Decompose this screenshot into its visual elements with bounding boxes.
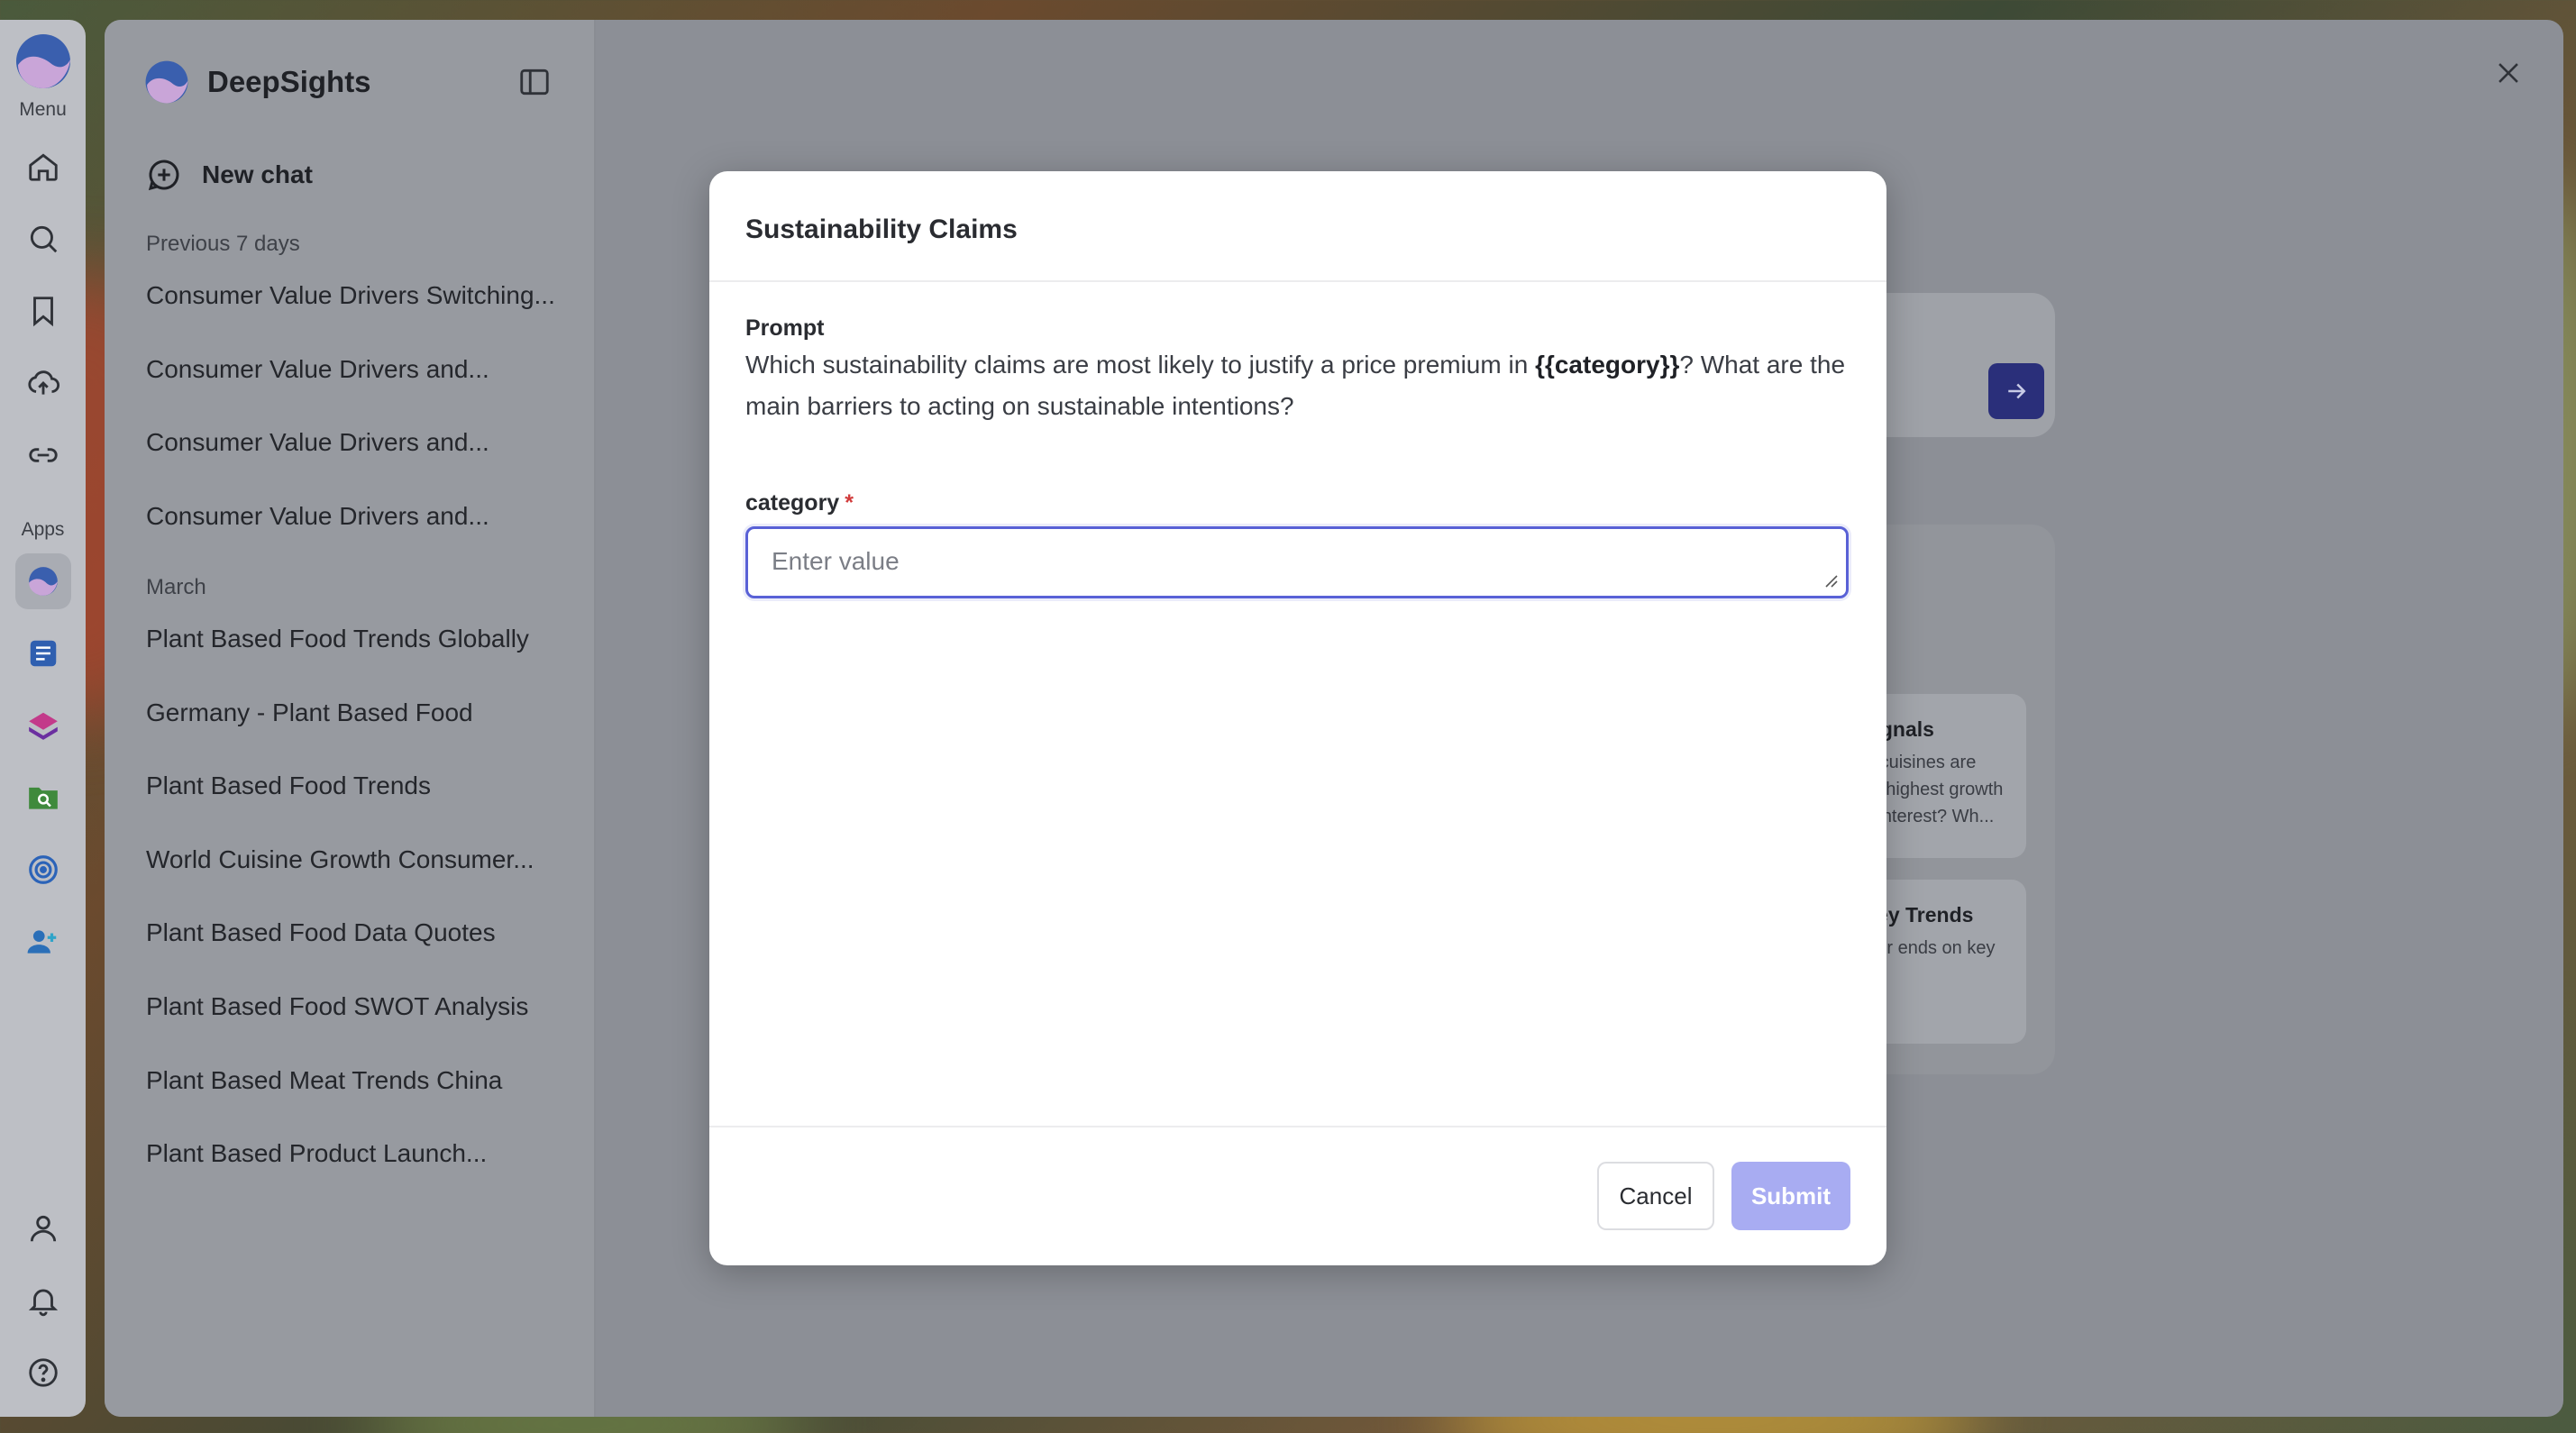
home-icon — [28, 153, 58, 181]
users-app-button[interactable] — [15, 914, 71, 970]
app-rail: Menu Apps — [0, 20, 86, 1417]
chat-history-item[interactable]: Plant Based Food Trends — [146, 771, 431, 800]
chat-history-item[interactable]: Germany - Plant Based Food — [146, 698, 473, 727]
sidebar-header: DeepSights — [144, 59, 371, 105]
section-previous-7-days: Previous 7 days — [146, 232, 300, 256]
radar-app-button[interactable] — [15, 842, 71, 898]
deepsights-logo-icon — [145, 60, 188, 104]
chat-sidebar: DeepSights New chat Previous 7 days Cons… — [105, 20, 596, 1417]
folder-search-app-button[interactable] — [15, 770, 71, 826]
bookmark-icon — [32, 297, 53, 327]
link-button[interactable] — [15, 427, 71, 483]
upload-icon — [27, 370, 59, 395]
user-icon — [30, 1215, 56, 1242]
prompt-variable: {{category}} — [1535, 351, 1680, 379]
chat-history-item[interactable]: Consumer Value Drivers and... — [146, 502, 489, 531]
send-button — [1988, 363, 2044, 419]
link-icon — [28, 448, 58, 462]
document-app-icon — [30, 640, 56, 667]
app-title: DeepSights — [207, 65, 371, 98]
layers-app-button[interactable] — [15, 698, 71, 753]
chat-history-item[interactable]: Plant Based Product Launch... — [146, 1139, 487, 1168]
section-march: March — [146, 575, 206, 599]
new-chat-label: New chat — [202, 160, 313, 188]
prompt-text-before: Which sustainability claims are most lik… — [745, 351, 1536, 379]
deepsights-app-icon — [28, 567, 58, 596]
help-icon — [28, 1358, 58, 1387]
required-asterisk: * — [845, 490, 854, 516]
cancel-button[interactable]: Cancel — [1597, 1162, 1714, 1230]
bookmarks-button[interactable] — [15, 283, 71, 339]
chat-history-item[interactable]: Plant Based Meat Trends China — [146, 1066, 502, 1095]
search-icon — [30, 225, 57, 253]
apps-label: Apps — [21, 519, 65, 540]
category-field-label: category * — [745, 490, 854, 516]
document-app-button[interactable] — [15, 625, 71, 681]
chat-history-item[interactable]: Plant Based Food SWOT Analysis — [146, 992, 528, 1021]
sidebar-toggle-icon[interactable] — [517, 65, 552, 99]
chat-history-item[interactable]: Plant Based Food Data Quotes — [146, 918, 496, 947]
submit-button[interactable]: Submit — [1731, 1162, 1850, 1230]
modal-footer-divider — [709, 1126, 1886, 1127]
prompt-text: Which sustainability claims are most lik… — [745, 344, 1854, 427]
deepsights-logo-icon[interactable] — [14, 32, 72, 90]
radar-app-icon — [28, 855, 58, 884]
new-chat-icon — [148, 160, 179, 191]
help-button[interactable] — [15, 1345, 71, 1401]
notifications-button[interactable] — [15, 1273, 71, 1328]
resize-grip-icon[interactable] — [1821, 570, 1839, 589]
modal-title: Sustainability Claims — [745, 214, 1018, 244]
category-field-wrapper — [745, 526, 1849, 598]
new-chat-button[interactable]: New chat — [146, 157, 313, 193]
prompt-template-modal: Sustainability Claims Prompt Which susta… — [709, 171, 1886, 1265]
chat-history-item[interactable]: World Cuisine Growth Consumer... — [146, 845, 534, 874]
home-button[interactable] — [15, 139, 71, 195]
upload-button[interactable] — [15, 355, 71, 411]
category-input[interactable] — [748, 529, 1846, 596]
users-app-icon — [27, 930, 56, 954]
menu-label: Menu — [19, 99, 67, 120]
category-label-text: category — [745, 490, 840, 516]
chat-history-item[interactable]: Plant Based Food Trends Globally — [146, 625, 529, 653]
modal-header-divider — [709, 280, 1886, 282]
prompt-label: Prompt — [745, 315, 825, 341]
profile-button[interactable] — [15, 1200, 71, 1256]
close-icon[interactable] — [2493, 58, 2524, 88]
folder-search-app-icon — [28, 787, 58, 809]
chat-history-item[interactable]: Consumer Value Drivers and... — [146, 355, 489, 384]
bell-icon — [28, 1289, 58, 1317]
layers-app-icon — [28, 712, 58, 740]
chat-history-item[interactable]: Consumer Value Drivers Switching... — [146, 281, 555, 310]
deepsights-app-button[interactable] — [14, 553, 71, 609]
search-button[interactable] — [15, 211, 71, 267]
chat-history-item[interactable]: Consumer Value Drivers and... — [146, 428, 489, 457]
arrow-right-icon — [2008, 383, 2026, 399]
